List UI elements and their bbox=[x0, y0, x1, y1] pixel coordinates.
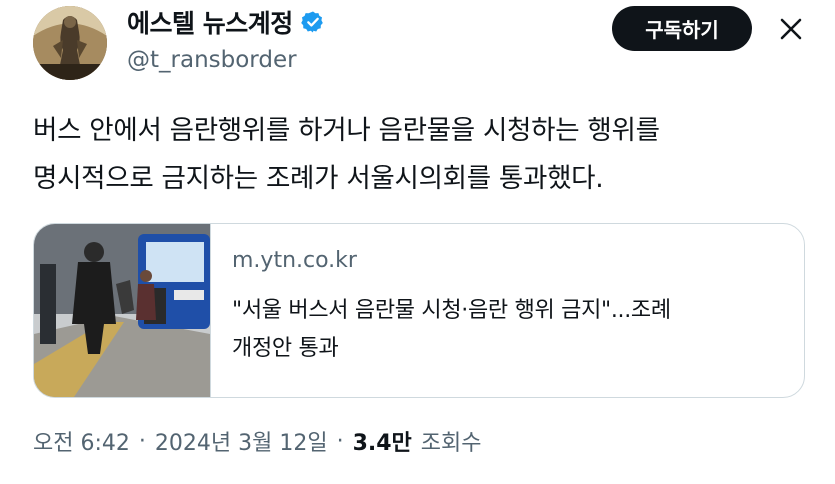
post-text: 버스 안에서 음란행위를 하거나 음란물을 시청하는 행위를 명시적으로 금지하… bbox=[33, 107, 813, 203]
meta-separator: · bbox=[336, 428, 344, 454]
post-text-line: 버스 안에서 음란행위를 하거나 음란물을 시청하는 행위를 bbox=[33, 115, 660, 146]
close-icon[interactable] bbox=[776, 14, 806, 44]
link-card-title-line: "서울 버스서 음란물 시청·음란 행위 금지"...조례 bbox=[232, 298, 671, 323]
post-meta: 오전 6:42 · 2024년 3월 12일 · 3.4만 조회수 bbox=[33, 425, 482, 457]
meta-separator: · bbox=[138, 428, 146, 454]
post-text-line: 명시적으로 금지하는 조례가 서울시의회를 통과했다. bbox=[33, 163, 604, 194]
display-name[interactable]: 에스텔 뉴스계정 bbox=[127, 4, 293, 40]
user-handle[interactable]: @t_ransborder bbox=[127, 47, 297, 73]
verified-badge-icon bbox=[300, 11, 323, 33]
post-time[interactable]: 오전 6:42 bbox=[33, 425, 130, 457]
views-count: 3.4만 bbox=[352, 431, 412, 456]
post-date[interactable]: 2024년 3월 12일 bbox=[155, 425, 328, 457]
link-card-domain: m.ytn.co.kr bbox=[232, 248, 357, 273]
avatar-image bbox=[33, 6, 107, 80]
avatar[interactable] bbox=[33, 6, 107, 80]
display-name-row: 에스텔 뉴스계정 bbox=[127, 4, 325, 40]
link-card-thumbnail bbox=[34, 224, 211, 397]
link-card-title-line: 개정안 통과 bbox=[232, 336, 339, 361]
link-card[interactable]: m.ytn.co.kr "서울 버스서 음란물 시청·음란 행위 금지"...조… bbox=[33, 223, 805, 398]
link-card-title: "서울 버스서 음란물 시청·음란 행위 금지"...조례 개정안 통과 bbox=[232, 292, 787, 368]
subscribe-button[interactable]: 구독하기 bbox=[612, 6, 752, 51]
views-label: 조회수 bbox=[420, 431, 482, 456]
